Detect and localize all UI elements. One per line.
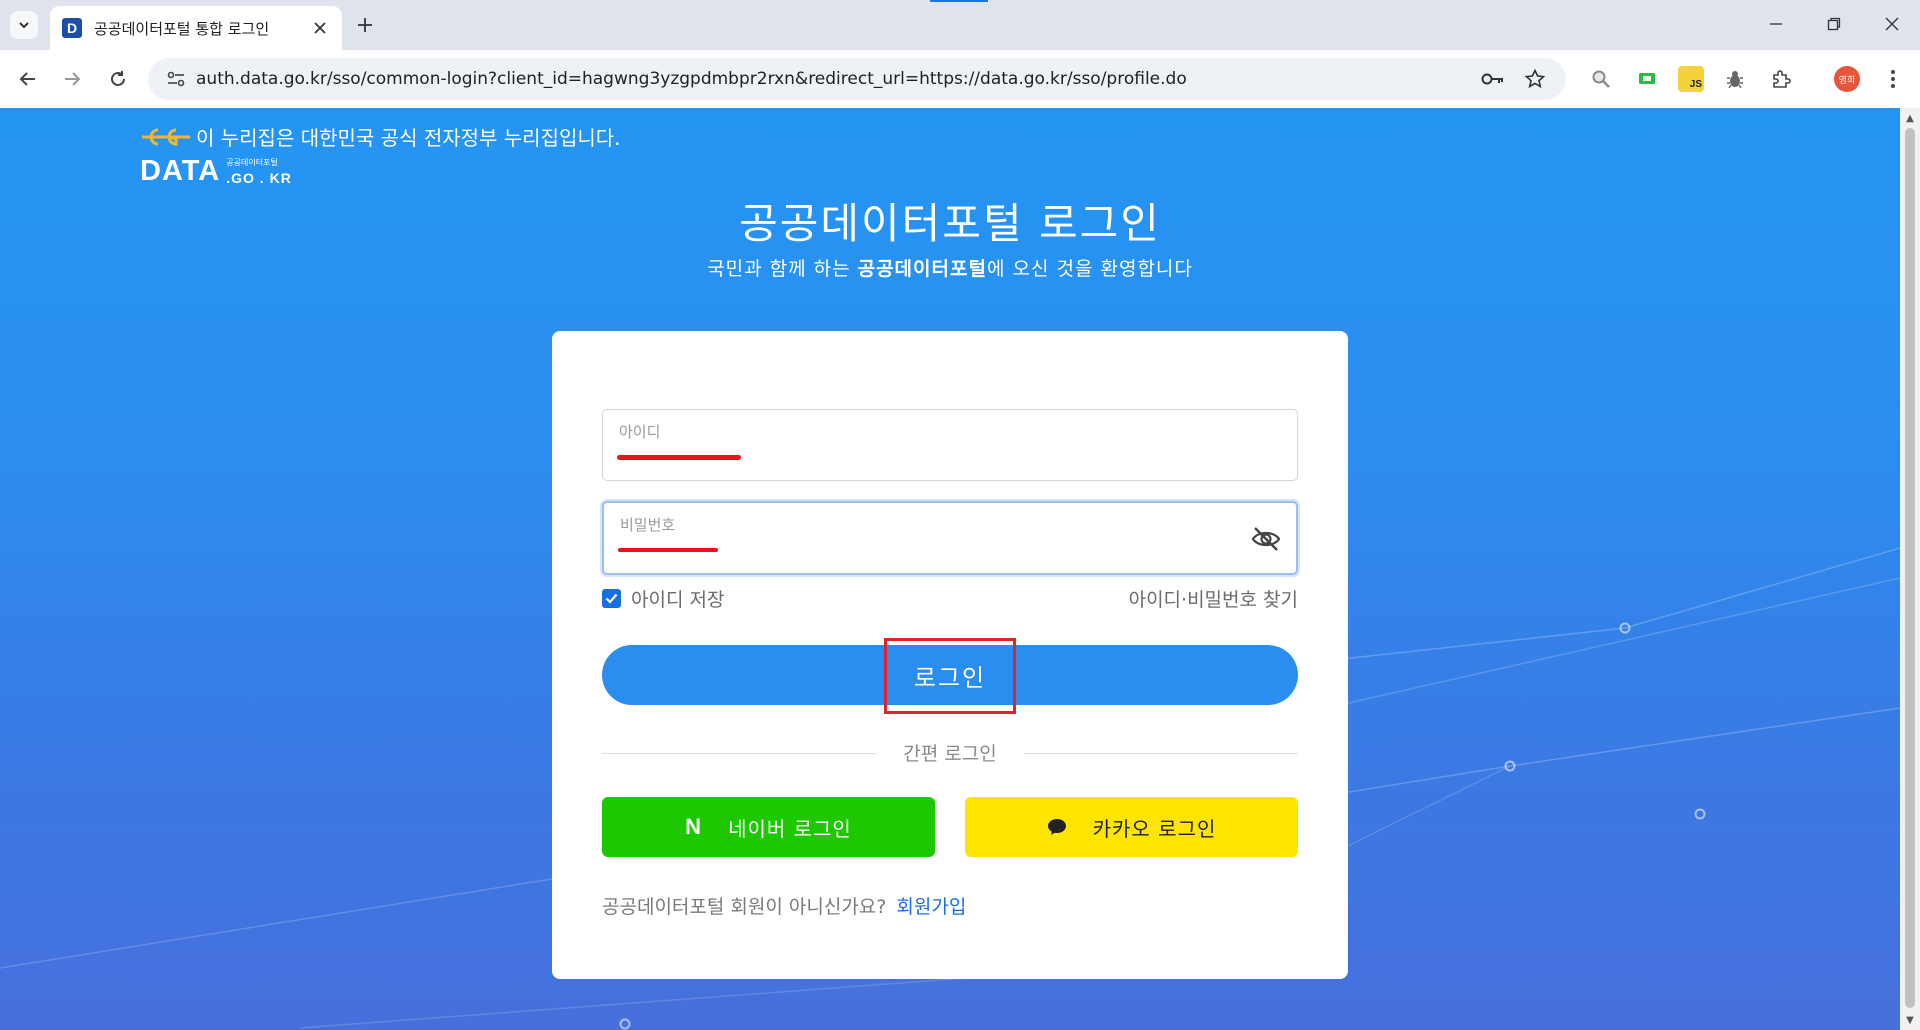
extension-js-button[interactable]: JS (1678, 66, 1704, 92)
extension-search-button[interactable] (1588, 66, 1614, 92)
gov-notice-text: 이 누리집은 대한민국 공식 전자정부 누리집입니다. (196, 126, 621, 150)
reload-button[interactable] (104, 65, 132, 93)
browser-menu-button[interactable] (1880, 66, 1906, 92)
tab-title: 공공데이터포털 통합 로그인 (94, 19, 270, 38)
window-close-icon (1885, 17, 1899, 31)
subtitle-bold: 공공데이터포털 (857, 258, 987, 280)
minimize-icon (1770, 23, 1782, 25)
logo-side: 공공데이터포털 .GO . KR (226, 156, 292, 186)
id-redaction (617, 455, 741, 460)
page-viewport: 이 누리집은 대한민국 공식 전자정부 누리집입니다. DATA 공공데이터포털… (0, 108, 1900, 1030)
login-button-highlight (884, 638, 1016, 714)
extension-icon (1773, 70, 1791, 88)
password-redaction (618, 548, 718, 552)
tab-indicator (930, 0, 988, 2)
id-field[interactable]: 아이디 (602, 409, 1298, 481)
id-field-label: 아이디 (619, 423, 661, 441)
page-scrollbar[interactable]: ▲ ▼ (1900, 108, 1920, 1030)
site-info-button[interactable] (156, 58, 196, 100)
scroll-thumb[interactable] (1905, 128, 1915, 1008)
naver-icon: N (685, 814, 703, 839)
easy-login-label: 간편 로그인 (903, 743, 997, 765)
url-text[interactable]: auth.data.go.kr/sso/common-login?client_… (196, 69, 1474, 89)
page-title: 공공데이터포털 로그인 (739, 199, 1161, 248)
tab-list-button[interactable] (10, 11, 38, 39)
password-field-label: 비밀번호 (620, 516, 676, 534)
site-info-icon (167, 71, 185, 87)
extension-screen-button[interactable] (1634, 66, 1660, 92)
logo-domain-text: .GO . KR (226, 170, 292, 186)
window-close-button[interactable] (1874, 8, 1910, 40)
extension-bug-button[interactable] (1722, 66, 1748, 92)
kakao-login-button[interactable]: 카카오 로그인 (965, 797, 1298, 857)
bug-icon (1727, 71, 1743, 89)
restore-icon (1827, 17, 1841, 31)
subtitle-suffix: 에 오신 것을 환영합니다 (986, 258, 1193, 280)
logo-main-text: DATA (140, 155, 221, 187)
scroll-up-arrow-icon[interactable]: ▲ (1904, 112, 1916, 124)
logo-sub-text: 공공데이터포털 (226, 158, 278, 167)
signup-prompt: 공공데이터포털 회원이 아니신가요? 회원가입 (602, 892, 966, 919)
password-manager-button[interactable] (1474, 60, 1512, 98)
browser-tab-active[interactable]: D 공공데이터포털 통합 로그인 (50, 6, 342, 50)
forward-arrow-icon (65, 72, 81, 86)
new-tab-button[interactable] (352, 12, 378, 38)
profile-avatar[interactable]: 영희 (1834, 66, 1860, 92)
remember-id-checkbox[interactable] (602, 589, 621, 608)
page-subtitle: 국민과 함께 하는 공공데이터포털에 오신 것을 환영합니다 (0, 254, 1900, 281)
login-card: 아이디 비밀번호 아이디 저장 아이디·비밀번호 찾기 로그인 간편 로그인 N… (552, 331, 1348, 979)
site-logo[interactable]: DATA 공공데이터포털 .GO . KR (140, 156, 292, 186)
check-icon (605, 593, 618, 604)
kakao-login-label: 카카오 로그인 (1092, 816, 1217, 841)
reload-icon (111, 71, 125, 86)
tab-close-button[interactable] (310, 18, 330, 38)
subtitle-prefix: 국민과 함께 하는 (707, 258, 858, 280)
naver-login-button[interactable]: N 네이버 로그인 (602, 797, 935, 857)
password-field[interactable]: 비밀번호 (602, 501, 1298, 575)
menu-icon (1891, 70, 1895, 88)
naver-login-label: 네이버 로그인 (728, 816, 852, 841)
tab-list-icon (19, 22, 29, 29)
screen-extension-icon (1639, 73, 1655, 84)
eye-off-icon[interactable] (1250, 523, 1282, 555)
remember-id-label: 아이디 저장 (631, 589, 725, 611)
browser-toolbar: auth.data.go.kr/sso/common-login?client_… (0, 50, 1920, 108)
favicon-icon: D (62, 18, 82, 38)
address-bar[interactable]: auth.data.go.kr/sso/common-login?client_… (148, 58, 1566, 100)
magnifier-extension-icon (1592, 70, 1610, 88)
back-button[interactable] (14, 65, 42, 93)
star-icon (1525, 69, 1545, 89)
gov-notice: 이 누리집은 대한민국 공식 전자정부 누리집입니다. (140, 122, 621, 151)
forward-button[interactable] (58, 65, 86, 93)
easy-login-divider: 간편 로그인 (602, 744, 1298, 764)
password-field-value[interactable] (618, 535, 778, 559)
scroll-down-arrow-icon[interactable]: ▼ (1904, 1014, 1916, 1026)
browser-tab-bar: D 공공데이터포털 통합 로그인 (0, 0, 1920, 50)
signup-link[interactable]: 회원가입 (896, 896, 966, 918)
bookmark-button[interactable] (1516, 60, 1554, 98)
find-id-password-link[interactable]: 아이디·비밀번호 찾기 (1129, 585, 1298, 612)
remember-id[interactable]: 아이디 저장 (602, 585, 724, 612)
kakao-icon (1047, 818, 1067, 836)
close-icon (314, 22, 326, 34)
minimize-button[interactable] (1758, 8, 1794, 40)
id-field-value[interactable] (617, 442, 777, 466)
government-emblem-icon (142, 128, 190, 146)
key-icon (1481, 73, 1503, 85)
plus-icon (358, 18, 372, 32)
extensions-menu-button[interactable] (1768, 66, 1794, 92)
back-arrow-icon (19, 72, 35, 86)
signup-prompt-text: 공공데이터포털 회원이 아니신가요? (602, 896, 887, 918)
restore-button[interactable] (1816, 8, 1852, 40)
